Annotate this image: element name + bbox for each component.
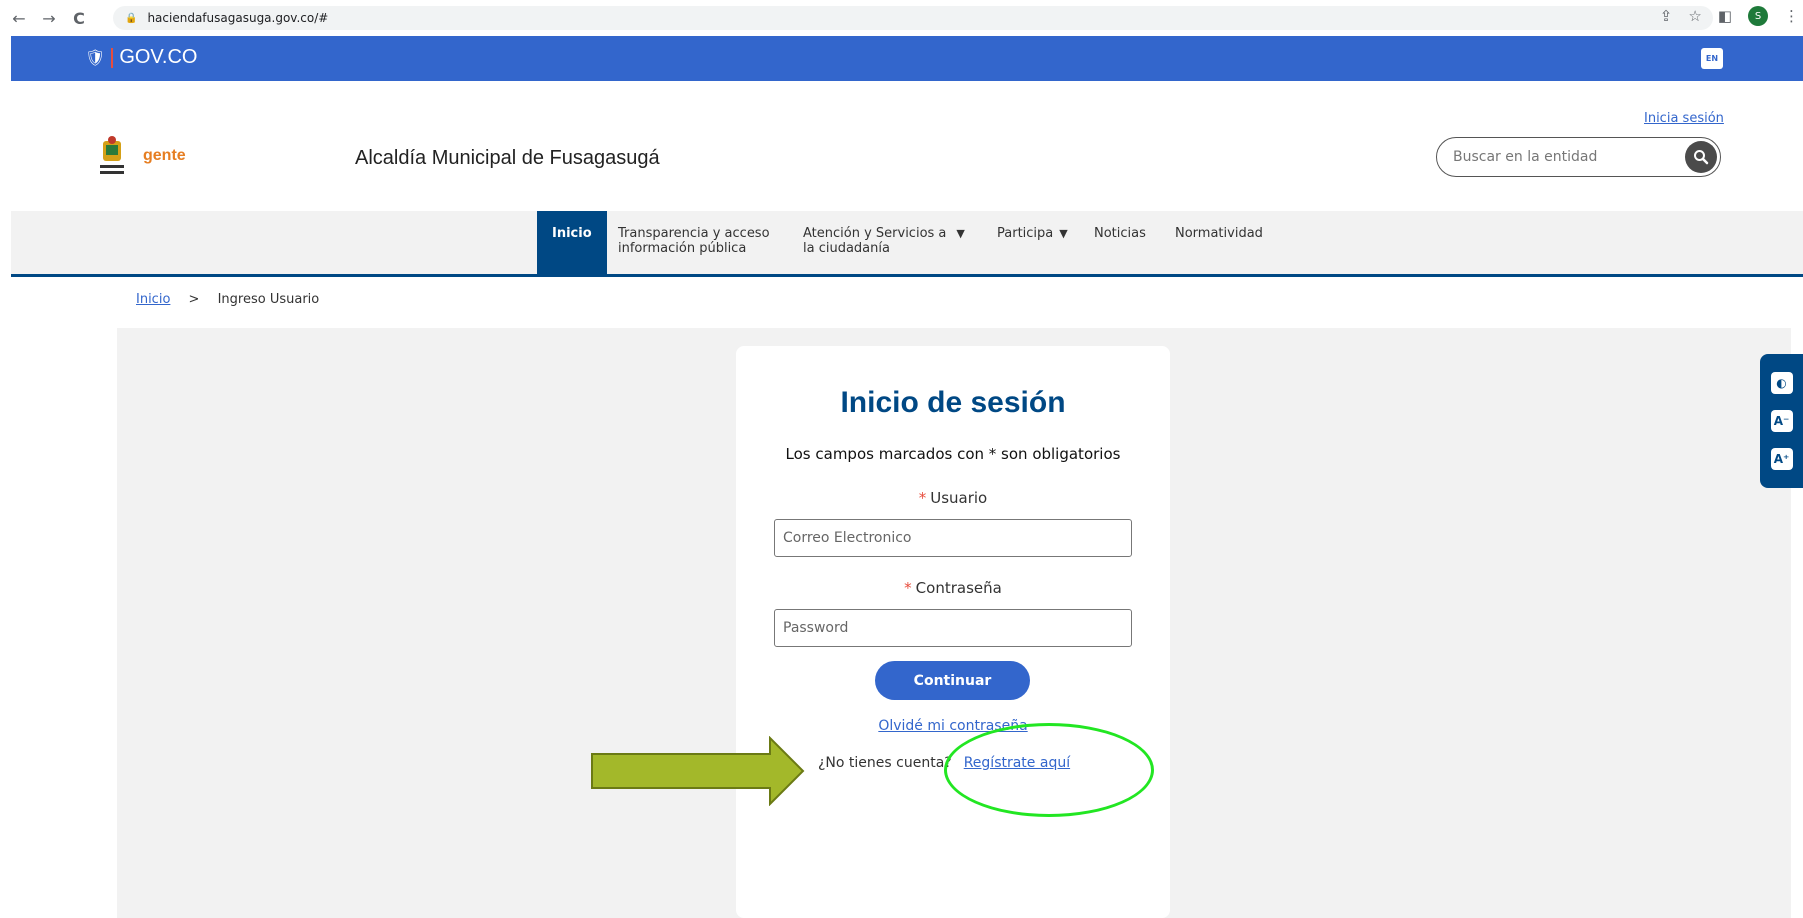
gente-logo-text: gente bbox=[143, 147, 186, 164]
password-label: * Contraseña bbox=[736, 579, 1170, 597]
side-panel-icon[interactable]: ◧ bbox=[1718, 7, 1732, 25]
colombia-shield-icon: 🛡 bbox=[85, 49, 106, 67]
gov-co-bar: 🛡 GOV.CO EN bbox=[11, 36, 1803, 81]
forward-icon[interactable]: → bbox=[38, 7, 60, 29]
user-label-text: Usuario bbox=[930, 489, 988, 507]
search-placeholder: Buscar en la entidad bbox=[1453, 149, 1598, 165]
annotation-highlight-ellipse bbox=[944, 723, 1154, 817]
accessibility-toolbar: ◐ A⁻ A⁺ bbox=[1760, 354, 1803, 488]
site-header: gente Alcaldía Municipal de Fusagasugá I… bbox=[11, 81, 1803, 211]
reload-icon[interactable]: C bbox=[68, 7, 90, 29]
contrast-icon[interactable]: ◐ bbox=[1770, 372, 1793, 394]
nav-item-label: Atención y Servicios a bbox=[803, 226, 947, 241]
language-button[interactable]: EN bbox=[1701, 48, 1723, 69]
login-card: Inicio de sesión Los campos marcados con… bbox=[736, 346, 1170, 918]
breadcrumb-separator: > bbox=[188, 292, 200, 307]
nav-item-label: Normatividad bbox=[1175, 226, 1263, 241]
gov-co-logo[interactable]: 🛡 GOV.CO bbox=[85, 46, 198, 69]
search-icon bbox=[1694, 150, 1709, 165]
lock-icon: 🔒 bbox=[125, 12, 138, 24]
entity-title: Alcaldía Municipal de Fusagasugá bbox=[355, 147, 660, 169]
browser-toolbar: ← → C 🔒 haciendafusagasuga.gov.co/# ⇪ ☆ … bbox=[0, 0, 1803, 36]
nav-item-label: Inicio bbox=[552, 226, 592, 241]
annotation-arrow-icon bbox=[591, 736, 805, 806]
search-button[interactable] bbox=[1685, 141, 1717, 173]
nav-item-normatividad[interactable]: Normatividad bbox=[1175, 226, 1263, 241]
nav-item-label: la ciudadanía bbox=[803, 241, 890, 256]
email-field[interactable] bbox=[774, 519, 1132, 557]
increase-font-icon[interactable]: A⁺ bbox=[1770, 448, 1793, 470]
nav-item-label: Noticias bbox=[1094, 226, 1146, 241]
address-bar[interactable]: 🔒 haciendafusagasuga.gov.co/# bbox=[113, 6, 1713, 30]
logo-divider bbox=[111, 47, 114, 68]
nav-item-transparencia[interactable]: Transparencia y acceso información públi… bbox=[618, 226, 770, 256]
nav-item-label: Participa bbox=[997, 226, 1054, 241]
breadcrumb-current: Ingreso Usuario bbox=[217, 292, 320, 307]
main-navigation: Inicio Transparencia y acceso informació… bbox=[11, 211, 1803, 277]
nav-item-atencion[interactable]: Atención y Servicios a ▼ la ciudadanía bbox=[803, 226, 965, 256]
gov-co-logo-text: GOV.CO bbox=[119, 46, 198, 68]
user-label: * Usuario bbox=[736, 489, 1170, 507]
nav-item-label: Transparencia y acceso bbox=[618, 226, 770, 241]
login-title: Inicio de sesión bbox=[840, 386, 1066, 419]
breadcrumb-home-link[interactable]: Inicio bbox=[136, 292, 170, 307]
required-asterisk: * bbox=[904, 579, 912, 597]
back-icon[interactable]: ← bbox=[8, 7, 30, 29]
login-link[interactable]: Inicia sesión bbox=[1644, 111, 1724, 126]
nav-item-noticias[interactable]: Noticias bbox=[1094, 226, 1146, 241]
continue-button[interactable]: Continuar bbox=[875, 661, 1030, 700]
nav-item-label: información pública bbox=[618, 241, 747, 256]
caret-down-icon: ▼ bbox=[1059, 227, 1068, 240]
decrease-font-icon[interactable]: A⁻ bbox=[1770, 410, 1793, 432]
profile-avatar[interactable]: S bbox=[1748, 6, 1768, 26]
required-asterisk: * bbox=[918, 489, 927, 507]
required-fields-note: Los campos marcados con * son obligatori… bbox=[785, 445, 1121, 463]
password-label-text: Contraseña bbox=[915, 579, 1002, 597]
url-text: haciendafusagasuga.gov.co/# bbox=[147, 11, 329, 25]
caret-down-icon: ▼ bbox=[956, 227, 965, 240]
nav-item-inicio[interactable]: Inicio bbox=[537, 211, 607, 274]
no-account-text: ¿No tienes cuenta? bbox=[818, 755, 952, 771]
search-input[interactable]: Buscar en la entidad bbox=[1436, 137, 1721, 177]
nav-item-participa[interactable]: Participa ▼ bbox=[997, 226, 1068, 241]
share-icon[interactable]: ⇪ bbox=[1660, 7, 1673, 25]
menu-dots-icon[interactable]: ⋮ bbox=[1784, 7, 1799, 25]
bookmark-star-icon[interactable]: ☆ bbox=[1688, 7, 1701, 25]
breadcrumb: Inicio > Ingreso Usuario bbox=[136, 292, 319, 307]
password-field[interactable] bbox=[774, 609, 1132, 647]
fusagasuga-coat-of-arms-icon[interactable] bbox=[97, 135, 127, 179]
gente-logo[interactable]: gente bbox=[143, 147, 186, 165]
